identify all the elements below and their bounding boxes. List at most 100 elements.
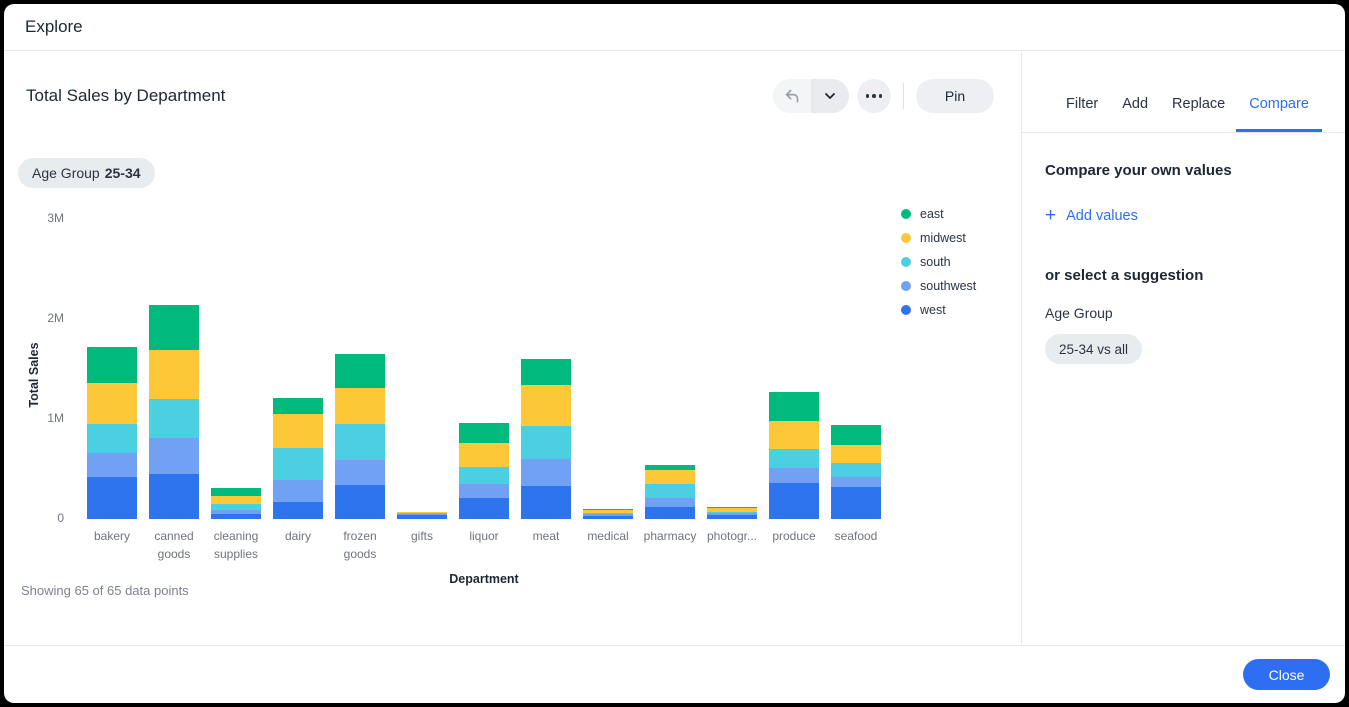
bar-bakery[interactable]	[87, 347, 137, 519]
bar-segment-west[interactable]	[149, 474, 199, 519]
filter-chip-age-group[interactable]: Age Group 25-34	[18, 158, 155, 188]
bar-segment-south[interactable]	[335, 424, 385, 460]
bar-segment-west[interactable]	[211, 514, 261, 520]
pin-button[interactable]: Pin	[916, 79, 994, 113]
bar-segment-midwest[interactable]	[459, 443, 509, 467]
bar-segment-west[interactable]	[459, 498, 509, 519]
bar-liquor[interactable]	[459, 423, 509, 519]
suggestion-chip[interactable]: 25-34 vs all	[1045, 334, 1142, 364]
bar-segment-south[interactable]	[769, 449, 819, 468]
bar-produce[interactable]	[769, 392, 819, 519]
bar-segment-west[interactable]	[707, 515, 757, 519]
close-button[interactable]: Close	[1243, 659, 1330, 690]
undo-button[interactable]	[773, 79, 811, 113]
bar-segment-midwest[interactable]	[273, 414, 323, 448]
bar-segment-southwest[interactable]	[831, 477, 881, 487]
bar-segment-southwest[interactable]	[459, 484, 509, 498]
bar-segment-west[interactable]	[645, 507, 695, 519]
bar-segment-midwest[interactable]	[645, 470, 695, 484]
bar-segment-west[interactable]	[583, 516, 633, 519]
bar-segment-east[interactable]	[149, 305, 199, 350]
x-label-liquor: liquor	[453, 527, 515, 563]
chart-title: Total Sales by Department	[26, 86, 225, 106]
legend-item-midwest[interactable]: midwest	[901, 226, 976, 250]
tab-replace[interactable]: Replace	[1172, 96, 1225, 132]
legend-label-south: south	[920, 255, 951, 269]
bar-meat[interactable]	[521, 359, 571, 519]
x-label-frozen-goods: frozen goods	[329, 527, 391, 563]
bar-segment-east[interactable]	[211, 488, 261, 496]
legend-item-west[interactable]: west	[901, 298, 976, 322]
bar-medical[interactable]	[583, 509, 633, 519]
bar-frozen-goods[interactable]	[335, 354, 385, 519]
bar-segment-west[interactable]	[769, 483, 819, 519]
bar-segment-midwest[interactable]	[335, 388, 385, 424]
bar-segment-southwest[interactable]	[521, 459, 571, 486]
bar-seafood[interactable]	[831, 425, 881, 519]
legend-item-east[interactable]: east	[901, 202, 976, 226]
bar-segment-east[interactable]	[521, 359, 571, 385]
legend-label-west: west	[920, 303, 946, 317]
suggestion-heading: or select a suggestion	[1045, 267, 1321, 284]
bar-segment-west[interactable]	[521, 486, 571, 519]
bar-segment-midwest[interactable]	[521, 385, 571, 426]
bar-segment-east[interactable]	[273, 398, 323, 414]
x-label-pharmacy: pharmacy	[639, 527, 701, 563]
bar-segment-southwest[interactable]	[645, 498, 695, 507]
bar-segment-south[interactable]	[521, 426, 571, 459]
add-values-button[interactable]: + Add values	[1045, 206, 1138, 225]
chart-plot	[81, 219, 887, 519]
x-label-bakery: bakery	[81, 527, 143, 563]
bar-segment-midwest[interactable]	[87, 383, 137, 424]
bar-segment-southwest[interactable]	[87, 453, 137, 477]
legend-dot-west	[901, 305, 911, 315]
bar-pharmacy[interactable]	[645, 465, 695, 519]
bar-segment-south[interactable]	[87, 424, 137, 453]
tab-compare[interactable]: Compare	[1236, 96, 1322, 132]
bar-segment-southwest[interactable]	[273, 480, 323, 502]
bar-segment-midwest[interactable]	[831, 445, 881, 463]
bar-segment-midwest[interactable]	[211, 496, 261, 504]
tab-add[interactable]: Add	[1122, 96, 1148, 132]
bar-segment-south[interactable]	[645, 484, 695, 498]
panel-tabs: Filter Add Replace Compare	[1022, 51, 1345, 133]
bar-cleaning-supplies[interactable]	[211, 488, 261, 519]
undo-split-button	[773, 79, 849, 113]
bar-segment-west[interactable]	[335, 485, 385, 519]
legend-item-southwest[interactable]: southwest	[901, 274, 976, 298]
toolbar-divider	[903, 83, 904, 109]
bar-segment-south[interactable]	[273, 448, 323, 480]
more-options-button[interactable]	[857, 79, 891, 113]
bar-dairy[interactable]	[273, 398, 323, 519]
x-label-seafood: seafood	[825, 527, 887, 563]
bar-segment-east[interactable]	[831, 425, 881, 445]
x-label-canned-goods: canned goods	[143, 527, 205, 563]
bar-segment-south[interactable]	[459, 467, 509, 484]
bar-segment-southwest[interactable]	[335, 460, 385, 485]
bar-segment-east[interactable]	[335, 354, 385, 388]
legend-item-south[interactable]: south	[901, 250, 976, 274]
bar-segment-east[interactable]	[87, 347, 137, 383]
bar-segment-east[interactable]	[459, 423, 509, 443]
bar-segment-midwest[interactable]	[769, 421, 819, 449]
bar-segment-east[interactable]	[769, 392, 819, 421]
tab-filter[interactable]: Filter	[1066, 96, 1098, 132]
bar-gifts[interactable]	[397, 512, 447, 519]
bar-segment-west[interactable]	[831, 487, 881, 519]
bar-photogr[interactable]	[707, 507, 757, 520]
bar-segment-south[interactable]	[149, 399, 199, 438]
bar-segment-south[interactable]	[831, 463, 881, 477]
bar-segment-west[interactable]	[273, 502, 323, 519]
dialog-content: Total Sales by Department	[4, 51, 1345, 645]
bar-segment-southwest[interactable]	[149, 438, 199, 474]
filter-chip-value: 25-34	[105, 165, 141, 181]
x-axis-labels: bakerycanned goodscleaning suppliesdairy…	[81, 527, 887, 563]
bar-segment-southwest[interactable]	[769, 468, 819, 483]
bar-canned-goods[interactable]	[149, 305, 199, 519]
add-values-label: Add values	[1066, 208, 1138, 224]
x-label-dairy: dairy	[267, 527, 329, 563]
bar-segment-west[interactable]	[87, 477, 137, 519]
history-dropdown-button[interactable]	[811, 79, 849, 113]
bar-segment-west[interactable]	[397, 515, 447, 519]
bar-segment-midwest[interactable]	[149, 350, 199, 399]
